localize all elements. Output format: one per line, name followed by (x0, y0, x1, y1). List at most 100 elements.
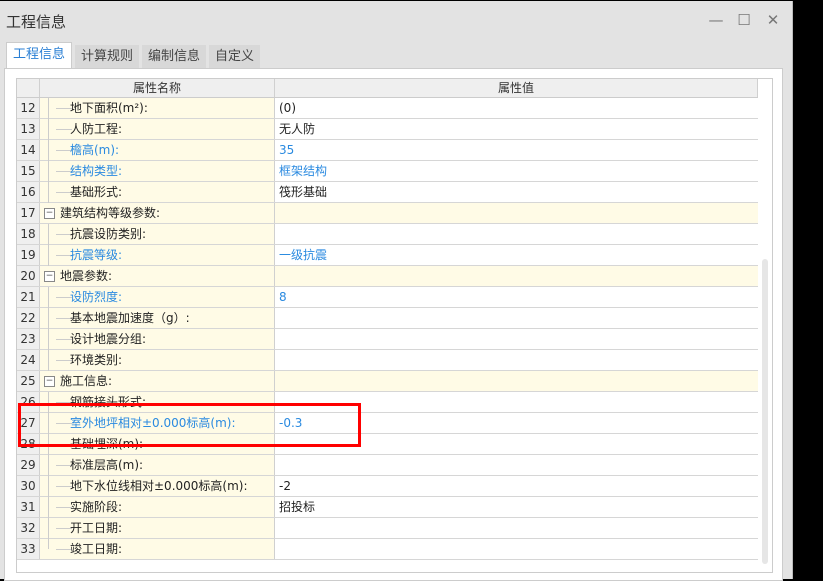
property-name-cell: 基础埋深(m): (40, 434, 275, 455)
property-value[interactable] (275, 308, 758, 328)
property-name: 设计地震分组: (70, 332, 147, 346)
collapse-toggle-icon[interactable]: − (44, 376, 55, 387)
tab-bar: 工程信息 计算规则 编制信息 自定义 (6, 42, 261, 70)
property-name-cell: 设防烈度: (40, 287, 275, 308)
tab-2[interactable]: 编制信息 (142, 45, 207, 69)
tree-line (48, 182, 49, 203)
table-row[interactable]: 17− 建筑结构等级参数: (17, 203, 758, 224)
tree-line (48, 98, 49, 119)
row-number: 22 (17, 308, 40, 328)
table-row[interactable]: 22 基本地震加速度（g）: (17, 308, 758, 329)
tree-line (48, 308, 49, 329)
property-value[interactable]: 8 (275, 287, 758, 307)
vertical-scrollbar[interactable] (762, 259, 768, 564)
table-row[interactable]: 28 基础埋深(m): (17, 434, 758, 455)
property-name-cell: 基本地震加速度（g）: (40, 308, 275, 329)
property-value[interactable]: -0.3 (275, 413, 758, 433)
table-row[interactable]: 18 抗震设防类别: (17, 224, 758, 245)
property-value[interactable] (275, 434, 758, 454)
tree-line (48, 245, 49, 266)
row-number: 12 (17, 98, 40, 118)
property-value[interactable]: 一级抗震 (275, 245, 758, 265)
property-name-cell: − 建筑结构等级参数: (40, 203, 275, 223)
table-row[interactable]: 19 抗震等级: 一级抗震 (17, 245, 758, 266)
table-row[interactable]: 23 设计地震分组: (17, 329, 758, 350)
table-row[interactable]: 31 实施阶段: 招投标 (17, 497, 758, 518)
row-number: 14 (17, 140, 40, 160)
property-value[interactable]: 无人防 (275, 119, 758, 139)
property-value[interactable] (275, 518, 758, 538)
tab-panel: 属性名称 属性值 12 地下面积(m²): (0) 13 人防工程: 无人防 14 檐高(m)… (4, 68, 783, 581)
property-name: 设防烈度: (70, 290, 123, 304)
table-row[interactable]: 24 环境类别: (17, 350, 758, 371)
property-value[interactable]: 35 (275, 140, 758, 160)
property-value[interactable] (275, 539, 758, 559)
table-row[interactable]: 30 地下水位线相对±0.000标高(m): -2 (17, 476, 758, 497)
property-value[interactable] (275, 392, 758, 412)
property-value[interactable] (275, 224, 758, 244)
property-value[interactable]: -2 (275, 476, 758, 496)
tree-line (48, 497, 49, 518)
property-value[interactable] (275, 371, 758, 391)
row-number: 21 (17, 287, 40, 307)
property-value[interactable]: 招投标 (275, 497, 758, 517)
collapse-toggle-icon[interactable]: − (44, 208, 55, 219)
table-row[interactable]: 13 人防工程: 无人防 (17, 119, 758, 140)
property-name: 地震参数: (60, 269, 113, 283)
table-row[interactable]: 20− 地震参数: (17, 266, 758, 287)
tab-0[interactable]: 工程信息 (6, 42, 73, 70)
property-name-cell: 地下水位线相对±0.000标高(m): (40, 476, 275, 497)
property-name-cell: 环境类别: (40, 350, 275, 371)
table-row[interactable]: 25− 施工信息: (17, 371, 758, 392)
row-number: 17 (17, 203, 40, 223)
table-row[interactable]: 26 钢筋接头形式: (17, 392, 758, 413)
tree-line (48, 224, 49, 245)
property-value[interactable]: 筏形基础 (275, 182, 758, 202)
table-row[interactable]: 14 檐高(m): 35 (17, 140, 758, 161)
property-name: 实施阶段: (70, 500, 123, 514)
property-name-cell: 开工日期: (40, 518, 275, 539)
collapse-toggle-icon[interactable]: − (44, 271, 55, 282)
property-name: 地下面积(m²): (70, 101, 148, 115)
property-value[interactable] (275, 455, 758, 475)
property-value[interactable] (275, 203, 758, 223)
table-row[interactable]: 16 基础形式: 筏形基础 (17, 182, 758, 203)
property-name: 基础埋深(m): (70, 437, 144, 451)
property-name-cell: 室外地坪相对±0.000标高(m): (40, 413, 275, 434)
row-number: 16 (17, 182, 40, 202)
header-name: 属性名称 (40, 79, 275, 97)
tree-line (48, 518, 49, 539)
header-value: 属性值 (275, 79, 758, 97)
property-name: 开工日期: (70, 521, 123, 535)
property-name: 钢筋接头形式: (70, 395, 147, 409)
row-number: 24 (17, 350, 40, 370)
table-row[interactable]: 21 设防烈度: 8 (17, 287, 758, 308)
property-value[interactable] (275, 350, 758, 370)
tree-line (48, 476, 49, 497)
table-row[interactable]: 15 结构类型: 框架结构 (17, 161, 758, 182)
close-button[interactable]: ✕ (763, 10, 783, 30)
table-row[interactable]: 27 室外地坪相对±0.000标高(m): -0.3 (17, 413, 758, 434)
tab-3[interactable]: 自定义 (209, 45, 261, 69)
property-value[interactable]: (0) (275, 98, 758, 118)
property-name: 室外地坪相对±0.000标高(m): (70, 416, 236, 430)
property-name: 基础形式: (70, 185, 123, 199)
row-number: 28 (17, 434, 40, 454)
tree-line (48, 539, 49, 549)
minimize-button[interactable]: — (706, 10, 726, 30)
property-name-cell: 设计地震分组: (40, 329, 275, 350)
property-value[interactable] (275, 266, 758, 286)
tab-1[interactable]: 计算规则 (75, 45, 140, 69)
table-row[interactable]: 12 地下面积(m²): (0) (17, 98, 758, 119)
table-row[interactable]: 33 竣工日期: (17, 539, 758, 560)
maximize-button[interactable]: ☐ (734, 10, 754, 30)
property-name-cell: 标准层高(m): (40, 455, 275, 476)
property-name-cell: 基础形式: (40, 182, 275, 203)
property-value[interactable]: 框架结构 (275, 161, 758, 181)
property-grid: 属性名称 属性值 12 地下面积(m²): (0) 13 人防工程: 无人防 14 檐高(m)… (16, 78, 773, 573)
table-row[interactable]: 32 开工日期: (17, 518, 758, 539)
table-row[interactable]: 29 标准层高(m): (17, 455, 758, 476)
row-number: 19 (17, 245, 40, 265)
property-value[interactable] (275, 329, 758, 349)
tree-line (48, 455, 49, 476)
